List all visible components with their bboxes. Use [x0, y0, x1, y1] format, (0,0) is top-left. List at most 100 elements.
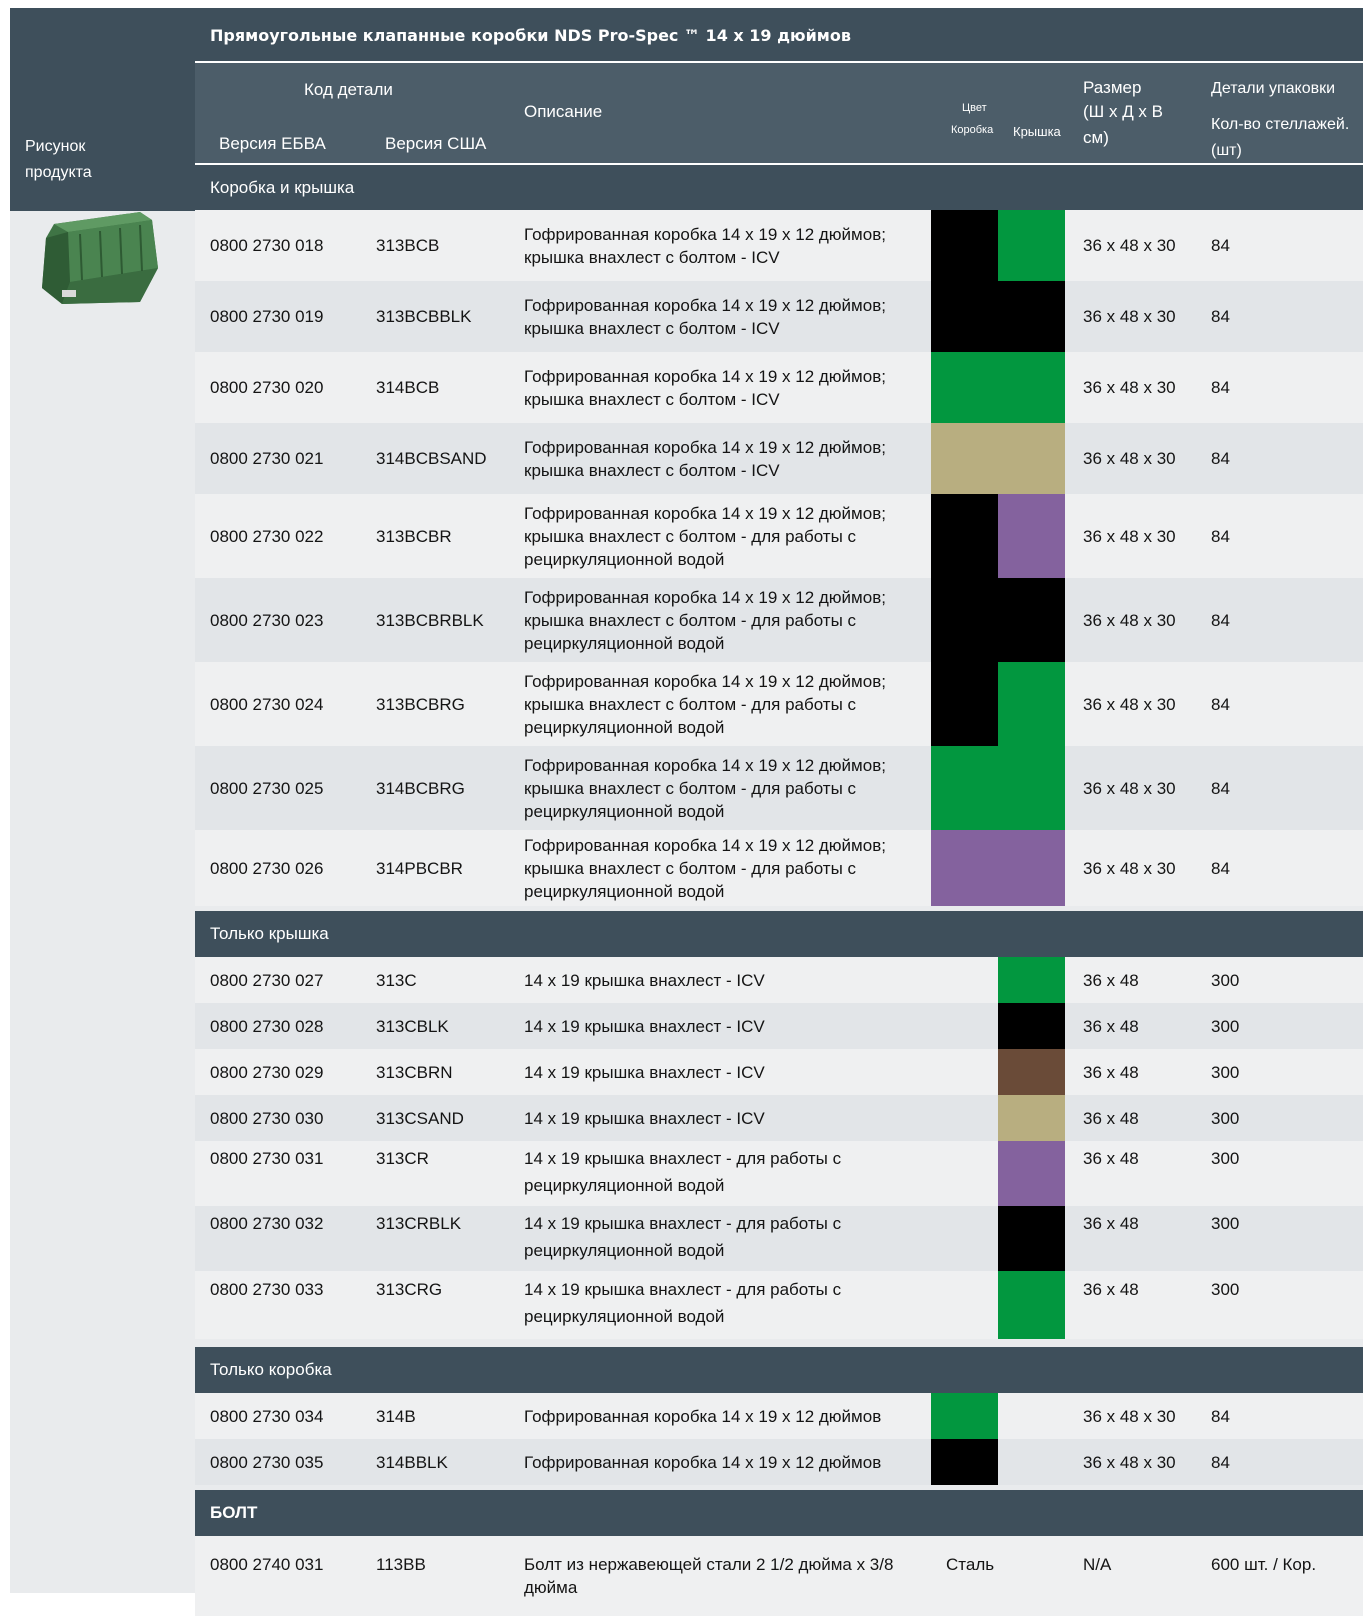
racks-qty-header-2: (шт): [1211, 142, 1242, 159]
size-value: 36 x 48: [1083, 1063, 1139, 1082]
ebva-part-code: 0800 2730 032: [210, 1214, 324, 1233]
box-color-swatch: [931, 830, 998, 906]
size-value: 36 x 48: [1083, 1214, 1139, 1233]
description-line: Гофрированная коробка 14 x 19 x 12 дюймо…: [524, 588, 886, 607]
description-line: крышка внахлест с болтом - для работы с: [524, 859, 857, 878]
racks-qty-value: 300: [1211, 1280, 1240, 1299]
usa-version-header: Версия США: [385, 134, 487, 153]
description-line: крышка внахлест с болтом - для работы с: [524, 779, 857, 798]
box-color-swatch: [931, 352, 998, 423]
racks-qty-value: 84: [1211, 695, 1230, 714]
usa-part-code: 313CBLK: [376, 1017, 449, 1036]
box-color-swatch: [931, 662, 998, 746]
description-line: 14 x 19 крышка внахлест - для работы с: [524, 1149, 842, 1168]
lid-color-swatch: [998, 210, 1065, 281]
usa-part-code: 313BCBR: [376, 527, 452, 546]
usa-part-code: 313CR: [376, 1149, 429, 1168]
lid-color-header: Крышка: [1013, 124, 1061, 139]
table-row: [195, 1003, 1363, 1049]
description-line: Гофрированная коробка 14 x 19 x 12 дюймо…: [524, 296, 886, 315]
section-title: Только коробка: [210, 1360, 332, 1379]
column-header-bar: [195, 63, 1363, 163]
lid-color-swatch: [998, 352, 1065, 423]
box-color-swatch: [931, 210, 998, 281]
size-value: 36 x 48 x 30: [1083, 1407, 1176, 1426]
description-line: Гофрированная коробка 14 x 19 x 12 дюймо…: [524, 504, 886, 523]
ebva-part-code: 0800 2730 031: [210, 1149, 324, 1168]
section-title: Коробка и крышка: [210, 178, 355, 197]
ebva-part-code: 0800 2730 034: [210, 1407, 324, 1426]
ebva-part-code: 0800 2730 030: [210, 1109, 324, 1128]
usa-part-code: 314BCBRG: [376, 779, 465, 798]
description-line: Болт из нержавеющей стали 2 1/2 дюйма x …: [524, 1555, 894, 1574]
size-value: 36 x 48 x 30: [1083, 695, 1176, 714]
size-value: 36 x 48 x 30: [1083, 449, 1176, 468]
box-color-header: Коробка: [951, 124, 994, 136]
size-value: 36 x 48 x 30: [1083, 611, 1176, 630]
usa-part-code: 313BCBRG: [376, 695, 465, 714]
racks-qty-value: 84: [1211, 307, 1230, 326]
size-header-2: (Ш x Д x В: [1083, 102, 1163, 121]
description-line: крышка внахлест с болтом - ICV: [524, 319, 780, 338]
description-line: крышка внахлест с болтом - для работы с: [524, 611, 857, 630]
size-value: 36 x 48 x 30: [1083, 307, 1176, 326]
ebva-part-code: 0800 2730 019: [210, 307, 324, 326]
usa-part-code: 313CBRN: [376, 1063, 453, 1082]
lid-color-swatch: [998, 494, 1065, 578]
description-line: Гофрированная коробка 14 x 19 x 12 дюймо…: [524, 438, 886, 457]
ebva-part-code: 0800 2730 018: [210, 236, 324, 255]
racks-qty-value: 300: [1211, 971, 1240, 990]
size-value: 36 x 48 x 30: [1083, 1453, 1176, 1472]
lid-color-swatch: [998, 281, 1065, 352]
racks-qty-value: 300: [1211, 1063, 1240, 1082]
usa-part-code: 314BCBSAND: [376, 449, 487, 468]
ebva-part-code: 0800 2730 028: [210, 1017, 324, 1036]
size-value: 36 x 48 x 30: [1083, 859, 1176, 878]
size-value: 36 x 48: [1083, 1109, 1139, 1128]
racks-qty-value: 84: [1211, 1453, 1230, 1472]
racks-qty-value: 84: [1211, 859, 1230, 878]
lid-color-swatch: [998, 1003, 1065, 1049]
description-line: 14 x 19 крышка внахлест - ICV: [524, 1063, 765, 1082]
ebva-part-code: 0800 2730 027: [210, 971, 324, 990]
description-line: Гофрированная коробка 14 x 19 x 12 дюймо…: [524, 756, 886, 775]
ebva-part-code: 0800 2730 025: [210, 779, 324, 798]
box-color-swatch: [931, 281, 998, 352]
box-color-swatch: [931, 1393, 998, 1439]
usa-part-code: 313CRBLK: [376, 1214, 462, 1233]
description-line: Гофрированная коробка 14 x 19 x 12 дюймо…: [524, 836, 886, 855]
description-line: 14 x 19 крышка внахлест - ICV: [524, 971, 765, 990]
racks-qty-value: 84: [1211, 449, 1230, 468]
lid-color-swatch: [998, 1095, 1065, 1141]
product-picture-header-2: продукта: [25, 164, 92, 181]
description-line: рециркуляционной водой: [524, 1307, 725, 1326]
packaging-header: Детали упаковки: [1211, 80, 1336, 97]
ebva-part-code: 0800 2730 033: [210, 1280, 324, 1299]
lid-color-swatch: [998, 957, 1065, 1003]
box-color-swatch: [931, 578, 998, 662]
ebva-part-code: 0800 2730 029: [210, 1063, 324, 1082]
usa-part-code: 113BB: [376, 1555, 426, 1574]
lid-color-swatch: [998, 1206, 1065, 1271]
box-color-swatch: [931, 1439, 998, 1485]
racks-qty-value: 84: [1211, 779, 1230, 798]
usa-part-code: 314BBLK: [376, 1453, 448, 1472]
description-line: рециркуляционной водой: [524, 718, 725, 737]
description-line: крышка внахлест с болтом - для работы с: [524, 527, 857, 546]
size-header-1: Размер: [1083, 78, 1142, 97]
size-value: N/A: [1083, 1555, 1112, 1574]
description-line: крышка внахлест с болтом - ICV: [524, 461, 780, 480]
usa-part-code: 314B: [376, 1407, 416, 1426]
size-value: 36 x 48: [1083, 1280, 1139, 1299]
section-header: Только крышка: [195, 911, 1363, 957]
description-line: Гофрированная коробка 14 x 19 x 12 дюймо…: [524, 225, 886, 244]
description-line: Гофрированная коробка 14 x 19 x 12 дюймо…: [524, 1407, 882, 1426]
product-picture-header-1: Рисунок: [25, 138, 86, 155]
description-line: крышка внахлест с болтом - для работы с: [524, 695, 857, 714]
racks-qty-value: 84: [1211, 1407, 1230, 1426]
ebva-part-code: 0800 2730 022: [210, 527, 324, 546]
ebva-part-code: 0800 2730 035: [210, 1453, 324, 1472]
size-value: 36 x 48: [1083, 1149, 1139, 1168]
racks-qty-value: 300: [1211, 1109, 1240, 1128]
ebva-part-code: 0800 2730 026: [210, 859, 324, 878]
